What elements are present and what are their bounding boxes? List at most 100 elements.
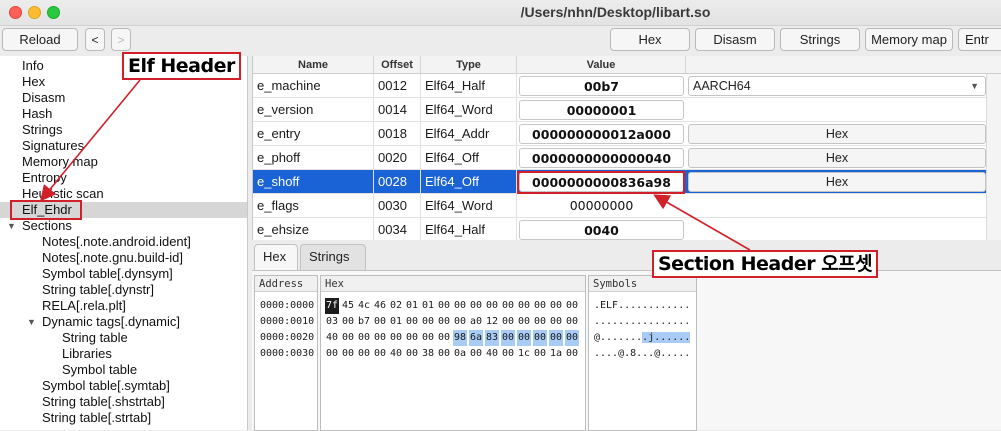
hex-byte[interactable]: 00 xyxy=(453,314,467,330)
hex-byte[interactable]: 03 xyxy=(325,314,339,330)
disasm-view-button[interactable]: Disasm xyxy=(695,28,775,51)
hex-byte[interactable]: 00 xyxy=(357,346,371,362)
hex-byte[interactable]: 00 xyxy=(533,330,547,346)
tree-item[interactable]: Hash xyxy=(0,106,247,122)
tree-item[interactable]: Disasm xyxy=(0,90,247,106)
hex-byte[interactable]: 83 xyxy=(485,330,499,346)
tree-item[interactable]: RELA[.rela.plt] xyxy=(0,298,247,314)
symbols-column[interactable]: Symbols .ELF............................… xyxy=(588,275,697,431)
hex-byte[interactable]: 01 xyxy=(421,298,435,314)
table-row[interactable]: e_machine 0012 Elf64_Half 00b7 AARCH64 ▼ xyxy=(253,74,1001,98)
value-field[interactable]: 00000000 xyxy=(519,194,684,218)
hex-byte[interactable]: 00 xyxy=(501,314,515,330)
hex-byte[interactable]: 00 xyxy=(357,330,371,346)
hex-jump-button[interactable]: Hex xyxy=(688,148,986,168)
hex-byte[interactable]: 00 xyxy=(421,330,435,346)
column-header-type[interactable]: Type xyxy=(421,56,517,74)
hex-byte[interactable]: 00 xyxy=(341,330,355,346)
tree-item[interactable]: Notes[.note.gnu.build-id] xyxy=(0,250,247,266)
hex-column[interactable]: Hex 7f 45 4c 46 02 01 01 00 00 00 00 00 00 00 00 00 03 00… xyxy=(320,275,586,431)
tree-item[interactable]: String table[.shstrtab] xyxy=(0,394,247,410)
memory-map-button[interactable]: Memory map xyxy=(865,28,953,51)
hex-byte[interactable]: 00 xyxy=(565,298,579,314)
tree-item[interactable]: Notes[.note.android.ident] xyxy=(0,234,247,250)
hex-byte[interactable]: 40 xyxy=(325,330,339,346)
value-field[interactable]: 00b7 xyxy=(519,76,684,96)
hex-byte[interactable]: 00 xyxy=(405,330,419,346)
hex-view-button[interactable]: Hex xyxy=(610,28,690,51)
hex-byte[interactable]: 00 xyxy=(533,298,547,314)
entropy-button[interactable]: Entr xyxy=(958,28,1001,51)
tree-item[interactable]: String table[.strtab] xyxy=(0,410,247,426)
tree-item[interactable]: Entropy xyxy=(0,170,247,186)
hex-byte[interactable]: 0a xyxy=(453,346,467,362)
hex-byte[interactable]: 12 xyxy=(485,314,499,330)
forward-button[interactable]: > xyxy=(111,28,131,51)
hex-line[interactable]: 7f 45 4c 46 02 01 01 00 00 00 00 00 00 00 00 00 xyxy=(321,298,585,314)
machine-select[interactable]: AARCH64 ▼ xyxy=(688,76,986,96)
hex-byte[interactable]: 7f xyxy=(325,298,339,314)
hex-byte[interactable]: 00 xyxy=(389,330,403,346)
hex-byte[interactable]: 00 xyxy=(533,346,547,362)
value-field[interactable]: 000000000012a000 xyxy=(519,124,684,144)
table-row[interactable]: e_entry 0018 Elf64_Addr 000000000012a000 Hex xyxy=(253,122,1001,146)
table-scrollbar[interactable] xyxy=(986,74,1001,240)
back-button[interactable]: < xyxy=(85,28,105,51)
hex-byte[interactable]: 00 xyxy=(517,298,531,314)
hex-byte[interactable]: 40 xyxy=(485,346,499,362)
hex-byte[interactable]: 02 xyxy=(389,298,403,314)
hex-line[interactable]: 40 00 00 00 00 00 00 00 98 6a 83 00 00 00 00 00 xyxy=(321,330,585,346)
hex-byte[interactable]: 00 xyxy=(469,346,483,362)
tab-strings[interactable]: Strings xyxy=(300,244,366,270)
strings-view-button[interactable]: Strings xyxy=(780,28,860,51)
tree-item[interactable]: Strings xyxy=(0,122,247,138)
hex-byte[interactable]: 00 xyxy=(325,346,339,362)
hex-byte[interactable]: 00 xyxy=(549,330,563,346)
hex-byte[interactable]: 00 xyxy=(421,314,435,330)
hex-byte[interactable]: 00 xyxy=(517,314,531,330)
expand-arrow-icon[interactable]: ▼ xyxy=(7,218,16,234)
hex-byte[interactable]: 00 xyxy=(405,346,419,362)
table-row[interactable]: e_phoff 0020 Elf64_Off 0000000000000040 Hex xyxy=(253,146,1001,170)
value-field[interactable]: 0040 xyxy=(519,220,684,240)
hex-byte[interactable]: 4c xyxy=(357,298,371,314)
expand-arrow-icon[interactable]: ▼ xyxy=(27,314,36,330)
tree-item[interactable]: ▼ Sections xyxy=(0,218,247,234)
value-field[interactable]: 0000000000000040 xyxy=(519,148,684,168)
hex-byte[interactable]: 00 xyxy=(437,298,451,314)
hex-byte[interactable]: 00 xyxy=(565,330,579,346)
hex-byte[interactable]: 00 xyxy=(517,330,531,346)
hex-byte[interactable]: 00 xyxy=(485,298,499,314)
hex-line[interactable]: 00 00 00 00 40 00 38 00 0a 00 40 00 1c 00 1a 00 xyxy=(321,346,585,362)
hex-byte[interactable]: b7 xyxy=(357,314,371,330)
tree-item[interactable]: String table xyxy=(0,330,247,346)
hex-jump-button[interactable]: Hex xyxy=(688,172,986,192)
hex-byte[interactable]: a0 xyxy=(469,314,483,330)
hex-byte[interactable]: 00 xyxy=(341,346,355,362)
hex-line[interactable]: 03 00 b7 00 01 00 00 00 00 a0 12 00 00 00 00 00 xyxy=(321,314,585,330)
hex-jump-button[interactable]: Hex xyxy=(688,124,986,144)
hex-byte[interactable]: 00 xyxy=(405,314,419,330)
hex-byte[interactable]: 00 xyxy=(501,298,515,314)
hex-byte[interactable]: 00 xyxy=(549,314,563,330)
hex-byte[interactable]: 00 xyxy=(565,346,579,362)
column-header-name[interactable]: Name xyxy=(253,56,374,74)
tree-item[interactable]: Symbol table[.symtab] xyxy=(0,378,247,394)
tree-item[interactable]: String table[.dynstr] xyxy=(0,282,247,298)
hex-byte[interactable]: 00 xyxy=(501,346,515,362)
hex-byte[interactable]: 00 xyxy=(437,330,451,346)
tree-item[interactable]: Libraries xyxy=(0,346,247,362)
reload-button[interactable]: Reload xyxy=(2,28,78,51)
hex-byte[interactable]: 00 xyxy=(469,298,483,314)
hex-byte[interactable]: 00 xyxy=(373,314,387,330)
hex-byte[interactable]: 40 xyxy=(389,346,403,362)
tree-item[interactable]: Signatures xyxy=(0,138,247,154)
hex-byte[interactable]: 6a xyxy=(469,330,483,346)
tree-item[interactable]: Symbol table xyxy=(0,362,247,378)
hex-byte[interactable]: 00 xyxy=(373,346,387,362)
hex-byte[interactable]: 98 xyxy=(453,330,467,346)
value-field[interactable]: 00000001 xyxy=(519,100,684,120)
hex-byte[interactable]: 00 xyxy=(501,330,515,346)
hex-byte[interactable]: 45 xyxy=(341,298,355,314)
hex-byte[interactable]: 38 xyxy=(421,346,435,362)
